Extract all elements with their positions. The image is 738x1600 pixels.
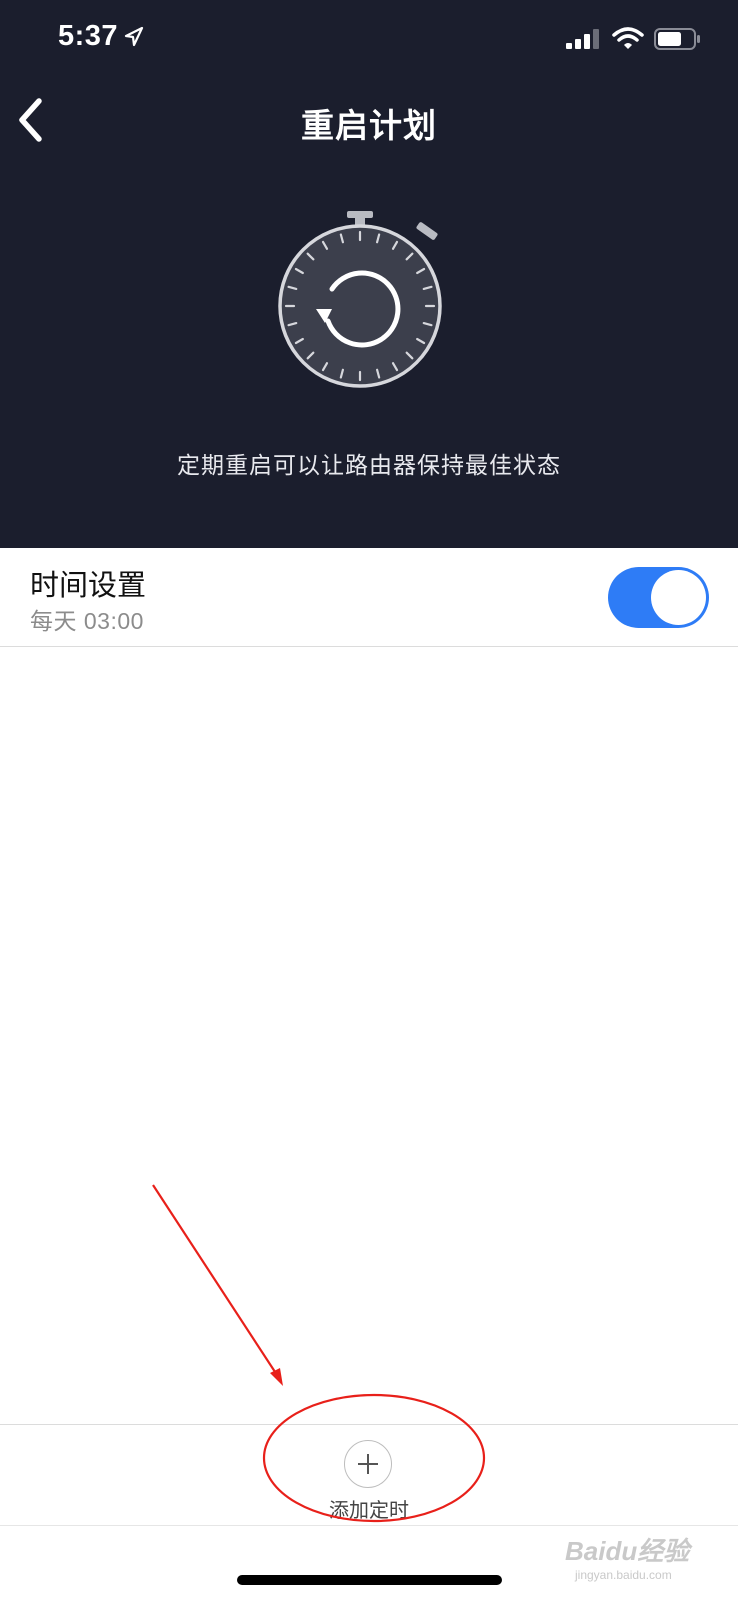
signal-icon [566,29,599,49]
watermark-url: jingyan.baidu.com [575,1568,672,1582]
add-timer-label: 添加定时 [329,1500,409,1522]
schedule-subtitle: 每天 03:00 [30,608,144,634]
hero-description: 定期重启可以让路由器保持最佳状态 [177,452,561,478]
watermark-brand: Baidu经验 [565,1536,690,1566]
plus-icon [358,1454,378,1474]
home-indicator [237,1575,502,1585]
battery-icon [654,28,700,50]
header: 5:37 重启计划 定期重启可以让路由器保持最佳状态 [0,0,738,548]
stopwatch-restart-icon [278,211,442,388]
schedule-title: 时间设置 [30,570,147,602]
wifi-icon [612,27,644,49]
schedule-row[interactable]: 时间设置 每天 03:00 [0,548,738,647]
add-timer-button[interactable] [344,1440,392,1488]
toggle-knob [651,570,706,625]
location-arrow-icon [124,26,144,47]
add-timer-bar: 添加定时 [0,1424,738,1526]
schedule-toggle[interactable] [608,567,709,628]
page-title: 重启计划 [301,107,437,144]
status-time: 5:37 [58,20,119,52]
